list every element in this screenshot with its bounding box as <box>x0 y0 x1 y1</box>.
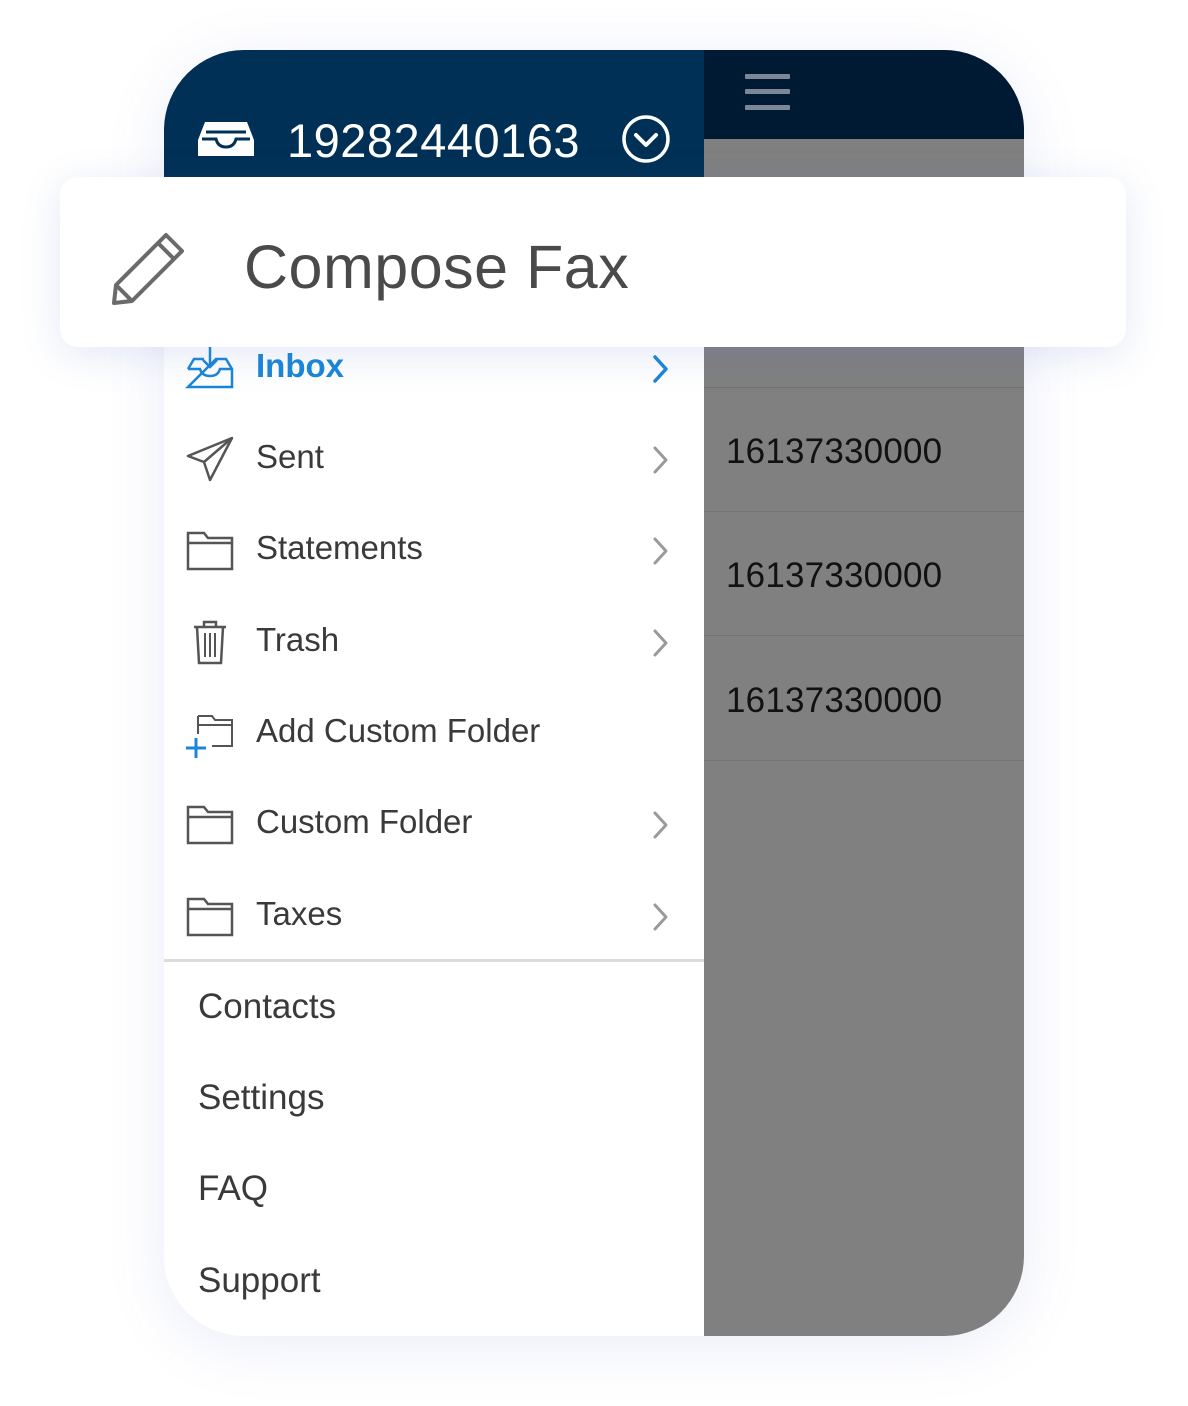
folder-label: Add Custom Folder <box>256 712 541 749</box>
pencil-icon <box>112 233 184 305</box>
add-custom-folder-button[interactable]: Add Custom Folder <box>164 688 704 779</box>
chevron-right-icon <box>653 355 668 383</box>
fax-number: 16137330000 <box>726 681 943 720</box>
folder-icon <box>186 805 234 845</box>
menu-item-contacts[interactable]: Contacts <box>164 963 704 1054</box>
folder-item-custom-folder[interactable]: Custom Folder <box>164 779 704 870</box>
folder-item-statements[interactable]: Statements <box>164 505 704 596</box>
menu-label: Support <box>198 1261 321 1300</box>
folder-label: Sent <box>256 438 324 475</box>
fax-number: 16137330000 <box>726 556 943 595</box>
menu-item-settings[interactable]: Settings <box>164 1054 704 1145</box>
menu-label: FAQ <box>198 1169 269 1208</box>
chevron-right-icon <box>653 537 668 565</box>
chevron-right-icon <box>653 811 668 839</box>
folder-label: Inbox <box>256 347 344 384</box>
folder-label: Trash <box>256 621 340 658</box>
fax-account-number: 19282440163 <box>287 114 581 167</box>
paper-plane-icon <box>186 436 234 482</box>
fax-list-item[interactable]: 16137330000 <box>704 637 1024 761</box>
folder-item-sent[interactable]: Sent <box>164 414 704 505</box>
add-folder-icon <box>186 715 233 758</box>
menu-divider <box>164 959 704 962</box>
drawer-header[interactable]: 19282440163 <box>164 50 704 177</box>
hamburger-icon[interactable] <box>745 74 790 110</box>
top-bar <box>704 50 1024 139</box>
menu-label: Contacts <box>198 987 337 1026</box>
menu-item-support[interactable]: Support <box>164 1237 704 1328</box>
compose-fax-button[interactable]: Compose Fax <box>60 177 1126 347</box>
folder-label: Taxes <box>256 895 343 932</box>
folder-icon <box>186 897 234 937</box>
chevron-right-icon <box>653 903 668 931</box>
fax-list-item[interactable]: 16137330000 <box>704 512 1024 636</box>
menu-item-faq[interactable]: FAQ <box>164 1145 704 1236</box>
folder-item-trash[interactable]: Trash <box>164 597 704 688</box>
folder-item-taxes[interactable]: Taxes <box>164 871 704 962</box>
compose-fax-label: Compose Fax <box>244 233 630 301</box>
menu-label: Settings <box>198 1078 325 1117</box>
inbox-tray-icon <box>198 122 254 156</box>
chevron-circle-down-icon[interactable] <box>621 114 671 164</box>
fax-list-item[interactable]: 16137330000 <box>704 388 1024 512</box>
folder-icon <box>186 531 234 571</box>
trash-icon <box>194 620 226 665</box>
fax-number: 16137330000 <box>726 432 943 471</box>
stage: 16137330000 16137330000 16137330000 1928… <box>0 0 1188 1406</box>
chevron-right-icon <box>653 629 668 657</box>
folder-label: Custom Folder <box>256 803 473 840</box>
folder-label: Statements <box>256 529 423 566</box>
chevron-right-icon <box>653 446 668 474</box>
inbox-download-icon <box>184 347 234 389</box>
